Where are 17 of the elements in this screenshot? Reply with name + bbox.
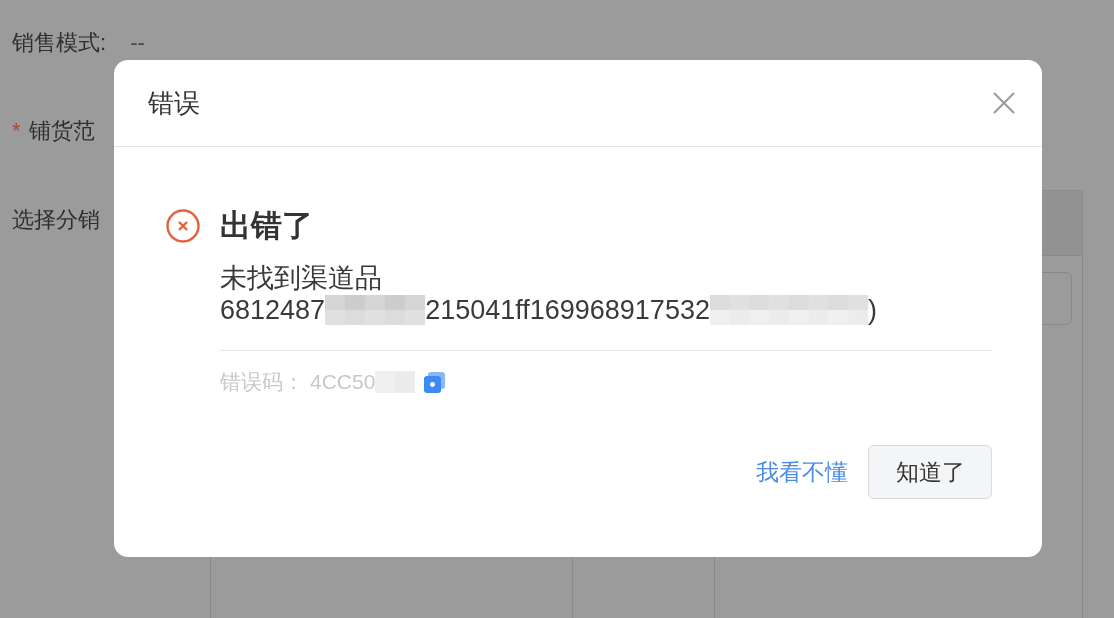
error-message-text: 6812487 bbox=[220, 294, 326, 326]
error-code-label: 错误码： bbox=[220, 369, 304, 395]
field-label: 铺货范 bbox=[28, 118, 95, 144]
error-message-text: 215041ff169968917532 bbox=[425, 294, 710, 326]
dialog-title: 错误 bbox=[148, 87, 200, 119]
close-icon[interactable] bbox=[993, 92, 1015, 114]
error-icon bbox=[166, 209, 200, 243]
error-message-text: ) bbox=[867, 294, 877, 326]
field-label: 销售模式: bbox=[12, 30, 107, 56]
copy-icon[interactable] bbox=[423, 370, 447, 394]
error-code-value: 4CC50 bbox=[310, 370, 376, 394]
field-value: -- bbox=[130, 30, 145, 56]
error-message-text: 未找到渠道品 bbox=[220, 262, 382, 294]
required-asterisk: * bbox=[12, 118, 21, 144]
field-label: 选择分销 bbox=[12, 207, 100, 233]
error-heading: 出错了 bbox=[220, 207, 313, 245]
acknowledge-button[interactable]: 知道了 bbox=[868, 445, 992, 499]
